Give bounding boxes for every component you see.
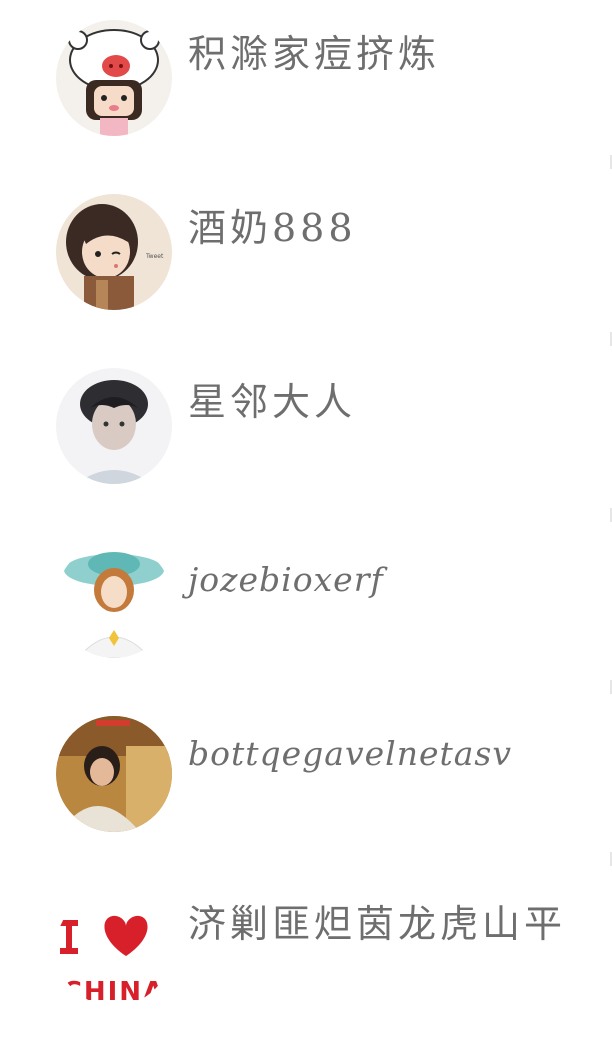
contact-row[interactable]: CHINA 济剿匪炟茵龙虎山平 bbox=[0, 870, 612, 1044]
i-love-china-avatar-icon[interactable]: CHINA bbox=[56, 890, 172, 1006]
anime-girl-avatar-icon[interactable]: Tweet bbox=[56, 194, 172, 310]
contact-name: 星邻大人 bbox=[188, 380, 357, 424]
contact-row[interactable]: 星邻大人 bbox=[0, 348, 612, 522]
person-photo-avatar-icon[interactable] bbox=[56, 368, 172, 484]
contact-row[interactable]: jozebioxerf bbox=[0, 522, 612, 696]
contact-row[interactable]: 积滁家痘挤炼 bbox=[0, 0, 612, 174]
person-photo-avatar-icon[interactable] bbox=[56, 716, 172, 832]
contact-name: 酒奶888 bbox=[188, 206, 357, 250]
contact-name: jozebioxerf bbox=[188, 560, 384, 599]
contact-row[interactable]: Tweet 酒奶888 bbox=[0, 174, 612, 348]
contact-row[interactable]: bottqegavelnetasv bbox=[0, 696, 612, 870]
svg-text:CHINA: CHINA bbox=[63, 977, 165, 1006]
contact-list: 积滁家痘挤炼 Tweet 酒奶888 星邻大人 jozebioxerf bott… bbox=[0, 0, 612, 1027]
contact-name: 积滁家痘挤炼 bbox=[188, 32, 441, 76]
contact-name: 济剿匪炟茵龙虎山平 bbox=[188, 902, 567, 946]
svg-text:Tweet: Tweet bbox=[145, 253, 164, 260]
contact-name: bottqegavelnetasv bbox=[188, 734, 512, 773]
cartoon-pig-hat-avatar-icon[interactable] bbox=[56, 20, 172, 136]
girl-with-hat-avatar-icon[interactable] bbox=[56, 542, 172, 658]
